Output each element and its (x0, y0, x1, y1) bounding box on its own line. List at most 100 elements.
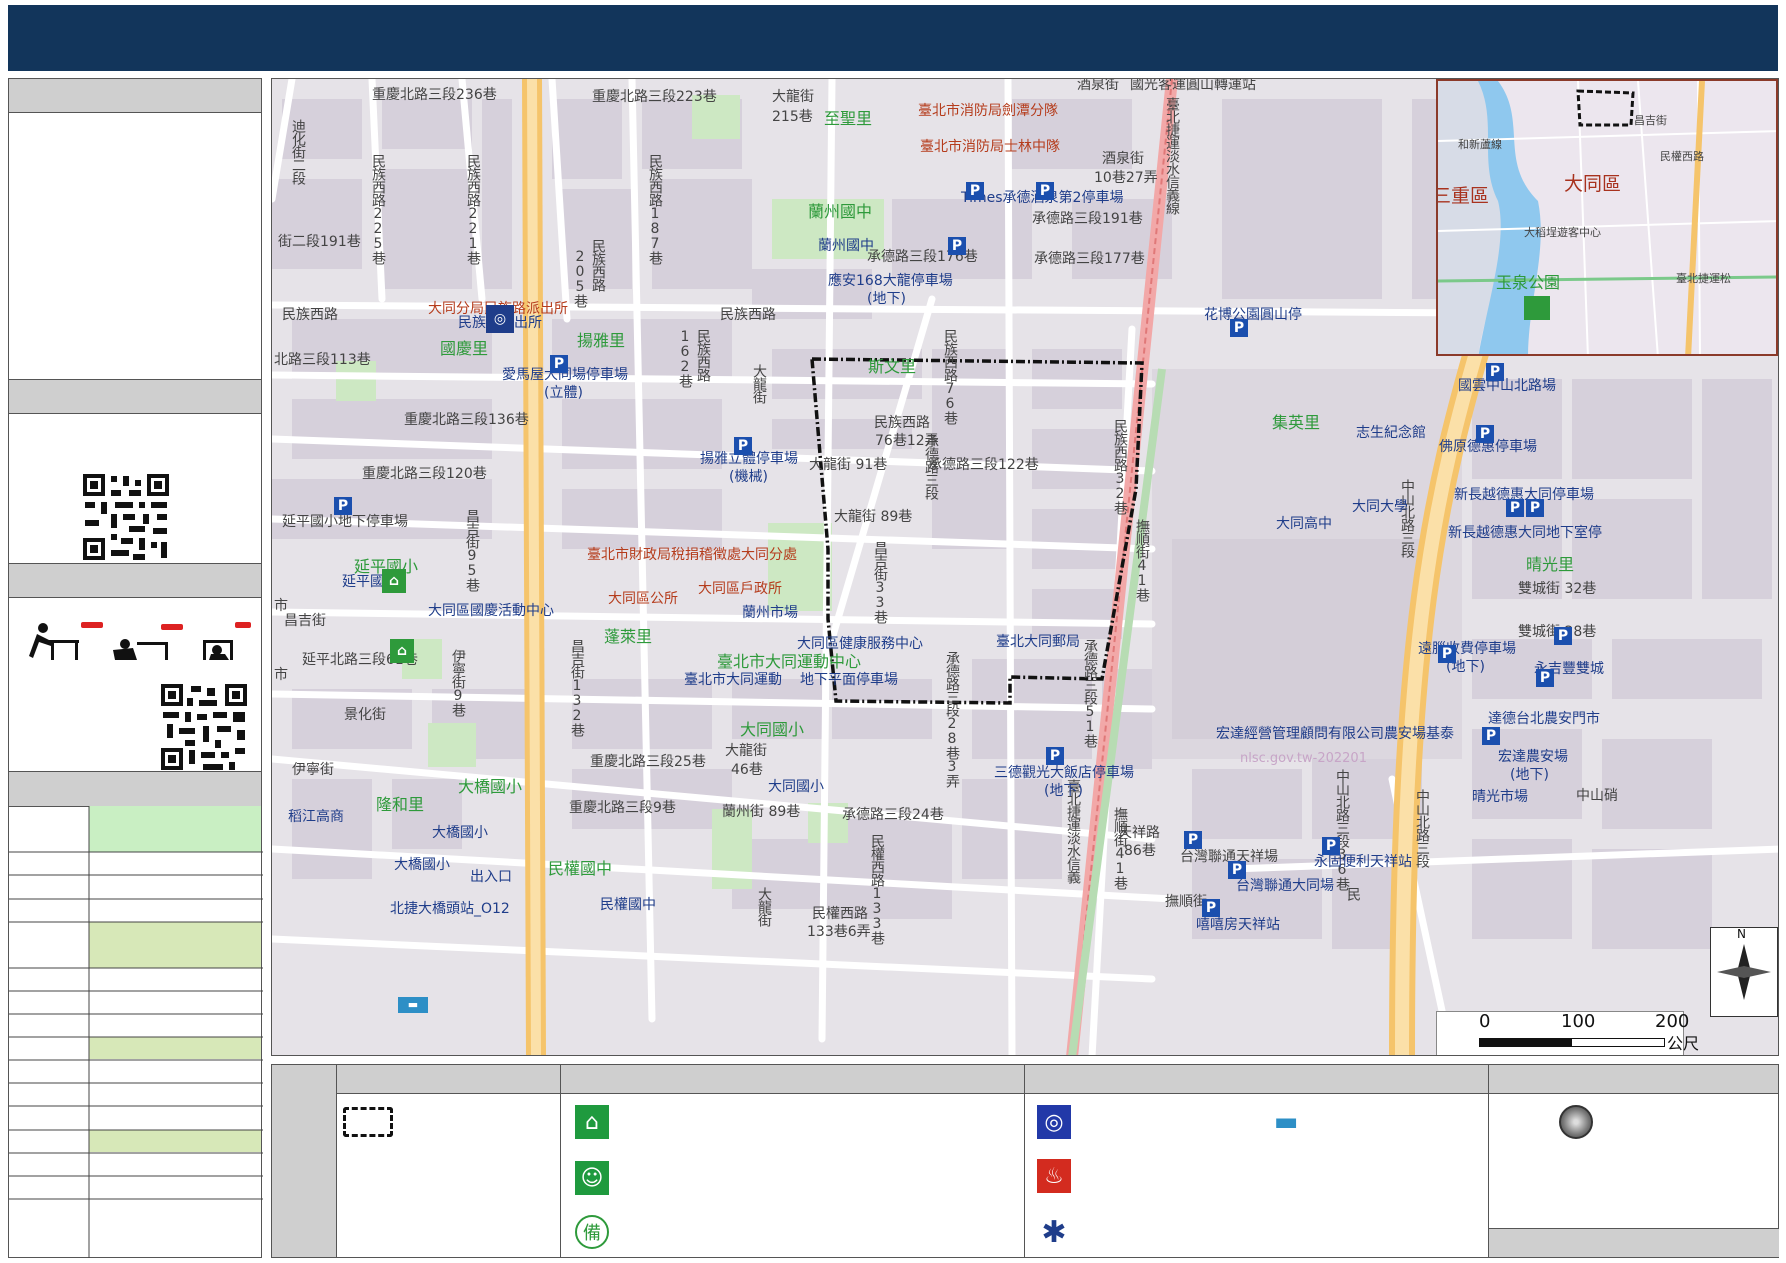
parking-icon[interactable]: P (1184, 831, 1202, 849)
place-label: 蓬萊里 (604, 627, 653, 646)
qr-panel (8, 379, 262, 565)
metro-station-icon[interactable]: ▬ (398, 997, 428, 1013)
poi-label-red: 大同區戶政所 (698, 581, 782, 597)
road-label: 民族西路 (720, 307, 776, 323)
poi-label: 宏達經營管理顧問有限公司農安場基泰 (1216, 726, 1454, 742)
north-label: N (1737, 927, 1746, 941)
poi-label: 大同國小 (768, 779, 824, 795)
police-icon[interactable]: ◎ (486, 305, 514, 333)
inset-label: 大同區 (1564, 173, 1622, 195)
poi-label: 大橋國小 (432, 825, 488, 841)
poi-label: 達德台北農安門市 (1488, 711, 1600, 727)
road-label: 延平國小地下停車場 (282, 514, 408, 530)
road-label: 街二段191巷 (278, 234, 361, 250)
legend-facility-header (1025, 1065, 1488, 1094)
road-label: 伊寧街 (292, 762, 334, 778)
parking-icon[interactable]: P (1036, 182, 1054, 200)
inset-label: 三重區 (1436, 185, 1490, 207)
parking-icon[interactable]: P (966, 182, 984, 200)
earthquake-panel-header (9, 564, 261, 598)
poi-label: 宏達農安場 (1498, 749, 1568, 765)
inset-label: 玉泉公園 (1496, 273, 1561, 292)
road-label: 大龍街 89巷 (834, 509, 913, 525)
poi-label: 遠腦收費停車場 (1418, 641, 1516, 657)
road-label: 酒泉街 (1077, 78, 1119, 93)
place-label: 大同國小 (740, 720, 805, 739)
road-label: 重慶北路三段223巷 (592, 89, 717, 105)
poi-label: 出入口 (470, 869, 512, 885)
parking-icon[interactable]: P (1486, 363, 1504, 381)
parking-icon[interactable]: P (1554, 627, 1572, 645)
road-label-vertical: 大龍街 (756, 887, 772, 926)
north-arrow: N (1710, 927, 1778, 1017)
road-label-vertical: 伊寧街9巷 (450, 649, 466, 716)
inset-label: 大稻埕遊客中心 (1524, 226, 1601, 239)
road-label: 中山硝 (1576, 788, 1618, 804)
parking-icon[interactable]: P (1438, 645, 1456, 663)
inset-label: 和新蘆線 (1458, 138, 1502, 151)
road-label: 國光客運圓山轉運站 (1130, 78, 1256, 93)
parking-icon[interactable]: P (1230, 319, 1248, 337)
poi-label: 大同區健康服務中心 (797, 636, 923, 652)
poi-label-red: 大同區公所 (608, 591, 678, 607)
medical-icon: ✱ (1041, 1214, 1067, 1250)
legend-boundary-column (336, 1065, 560, 1257)
place-label: 隆和里 (376, 795, 425, 814)
road-label-vertical: 205巷 (572, 249, 588, 307)
poi-label: 國雲中山北路場 (1458, 378, 1556, 394)
shelter-icon[interactable]: ⌂ (390, 639, 414, 663)
legend-other-column (1488, 1065, 1779, 1257)
scale-unit: 公尺 (1667, 1034, 1700, 1053)
parking-icon[interactable]: P (1536, 669, 1554, 687)
scale-tick-0: 0 (1479, 1011, 1491, 1032)
parking-icon[interactable]: P (948, 237, 966, 255)
poi-label-red: 臺北市消防局劍潭分隊 (918, 103, 1058, 119)
place-label: 民權國中 (548, 859, 613, 878)
legend-title-column (272, 1065, 336, 1257)
road-label: 市 (274, 598, 288, 614)
road-label-vertical: 中山北路三段 (1399, 479, 1415, 557)
parking-icon[interactable]: P (1228, 861, 1246, 879)
poi-label: 蘭州國中 (818, 238, 874, 254)
road-label: 承德路三段24巷 (842, 807, 944, 823)
parking-icon[interactable]: P (734, 437, 752, 455)
road-label-vertical: 撫順街41巷 (1134, 519, 1150, 601)
poi-label: 晴光市場 (1472, 789, 1528, 805)
poi-label-red: 臺北市消防局士林中隊 (920, 139, 1060, 155)
road-label: 46巷 (731, 762, 763, 778)
parking-icon[interactable]: P (1482, 727, 1500, 745)
poi-label-red: 臺北市財政局稅捐稽徵處大同分處 (587, 547, 797, 563)
poi-label: 大同高中 (1276, 516, 1332, 532)
poi-label: 北捷大橋頭站_O12 (390, 901, 510, 917)
overview-inset-map[interactable]: 大同區 三重區 昌吉街 民權西路 大稻埕遊客中心 和新蘆線 玉泉公園 臺北捷運松 (1436, 79, 1778, 356)
main-map[interactable]: 重慶北路三段236巷 重慶北路三段223巷 大龍街 215巷 酒泉街 國光客運圓山轉運站酒… (271, 78, 1779, 1056)
parking-icon[interactable]: P (1046, 747, 1064, 765)
legend-boundary-header (337, 1065, 560, 1094)
outdoor-refuge-icon: ☺ (575, 1161, 609, 1195)
parking-icon[interactable]: P (1526, 499, 1544, 517)
road-label: 215巷 (772, 109, 813, 125)
parking-icon[interactable]: P (550, 355, 568, 373)
place-label: 蘭州國中 (808, 202, 873, 221)
road-label-vertical: 民族西路32巷 (1112, 419, 1128, 514)
poi-label: 臺北大同郵局 (996, 634, 1080, 650)
qr-code[interactable] (81, 472, 171, 562)
parking-icon[interactable]: P (334, 497, 352, 515)
parking-icon[interactable]: P (1476, 425, 1494, 443)
earthquake-qr-code[interactable] (159, 682, 249, 772)
shelter-table-header (9, 772, 261, 807)
shelter-icon[interactable]: ⌂ (382, 569, 406, 593)
road-label-vertical: 中山北路三段 (1414, 789, 1430, 867)
road-label: 重慶北路三段25巷 (590, 754, 706, 770)
parking-icon[interactable]: P (1202, 899, 1220, 917)
shelter-table-grid (9, 806, 263, 1258)
road-label: 市 (274, 667, 288, 683)
road-label-vertical: 民族西路225巷 (370, 154, 386, 264)
parking-icon[interactable]: P (1506, 499, 1524, 517)
road-label: 北路三段113巷 (274, 352, 371, 368)
road-label: 重慶北路三段9巷 (569, 800, 676, 816)
parking-icon[interactable]: P (1322, 837, 1340, 855)
road-label-vertical: 162巷 (677, 329, 693, 387)
road-label: 雙城街 32巷 (1518, 581, 1597, 597)
poi-label: (地下) (1510, 767, 1549, 783)
